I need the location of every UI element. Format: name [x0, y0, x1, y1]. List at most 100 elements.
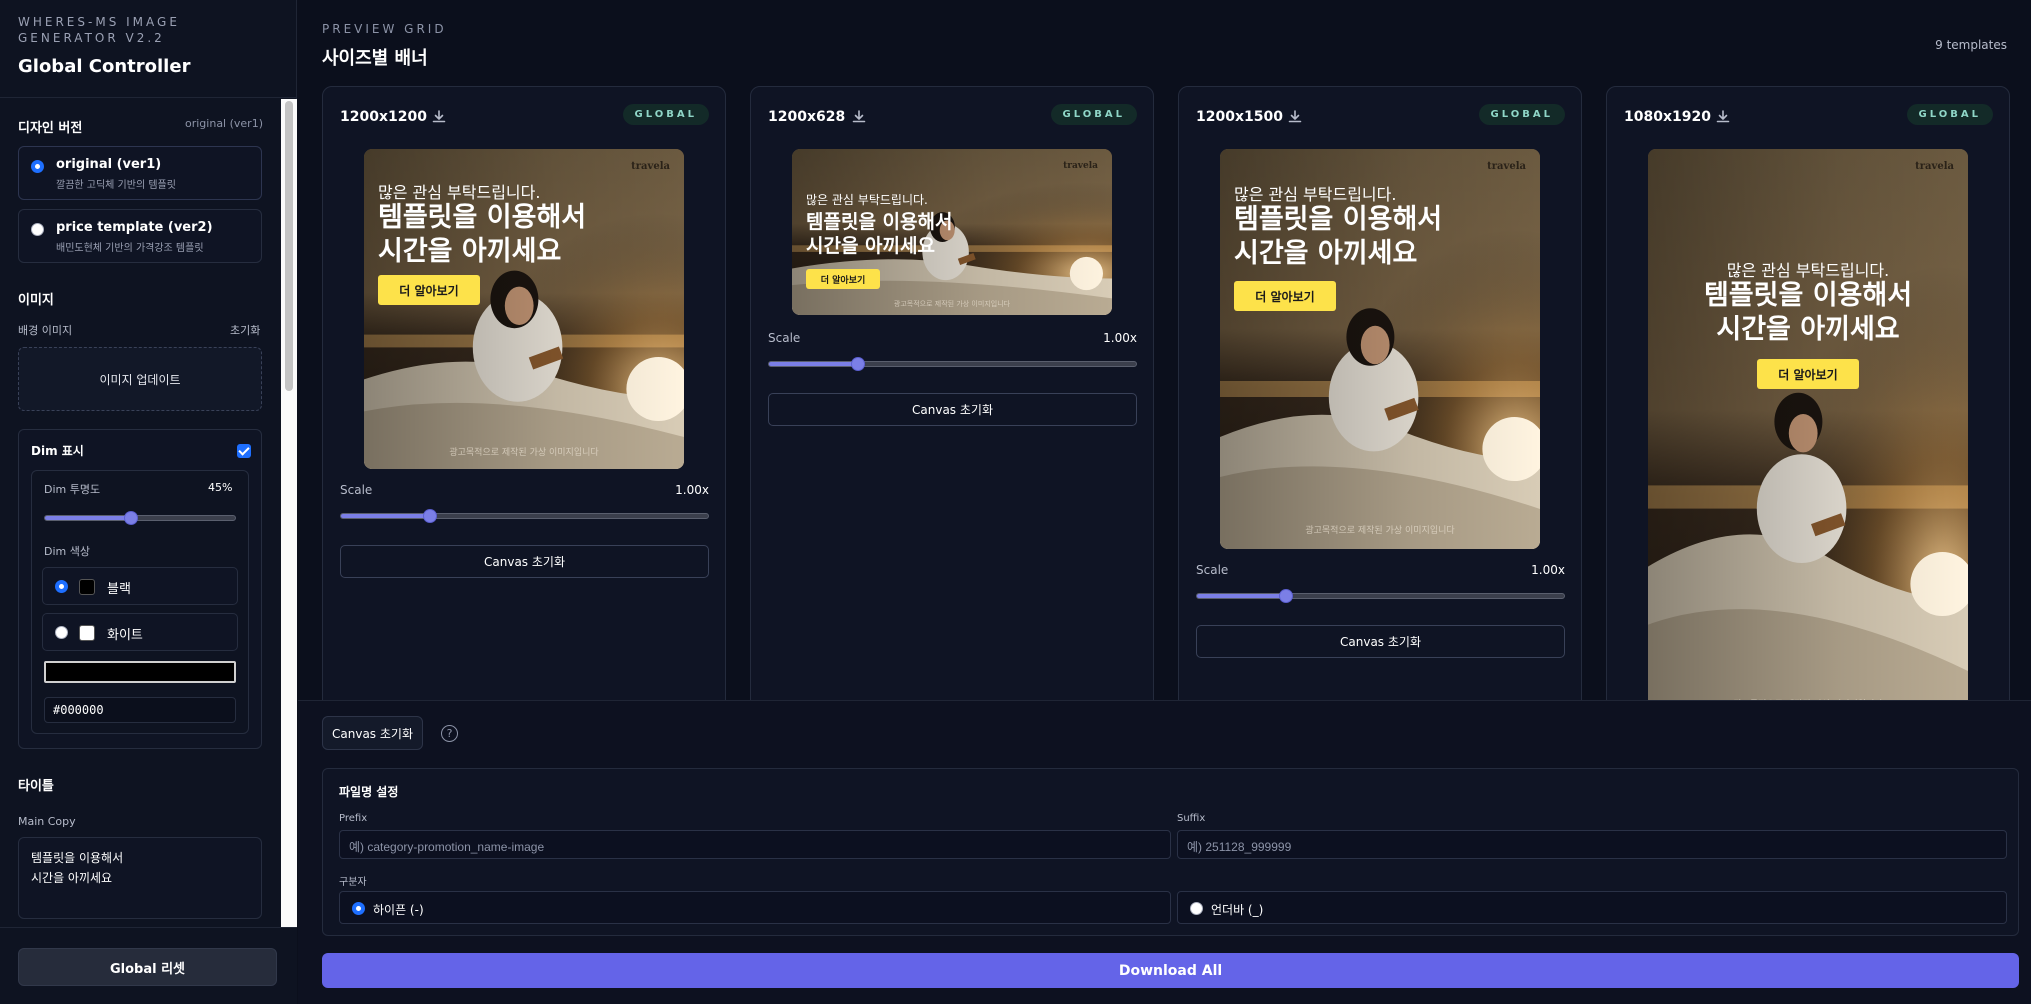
- banner-preview[interactable]: travela 많은 관심 부탁드립니다. 템플릿을 이용해서 시간을 아끼세요…: [1648, 149, 1968, 725]
- dim-checkbox[interactable]: [237, 444, 251, 458]
- card-size-title: 1200x1200: [340, 109, 427, 125]
- scale-value: 1.00x: [1531, 563, 1565, 577]
- suffix-label: Suffix: [1177, 813, 1206, 824]
- radio-hyphen[interactable]: [352, 902, 365, 915]
- scrollbar-thumb[interactable]: [285, 101, 293, 391]
- dim-color-picker[interactable]: [44, 661, 236, 683]
- banner-brand: travela: [1063, 161, 1098, 171]
- sidebar: WHERES-MS IMAGE GENERATOR V2.2 Global Co…: [0, 0, 297, 1004]
- design-version-heading: 디자인 버전: [18, 121, 83, 136]
- slider-thumb[interactable]: [124, 511, 139, 525]
- banner-title: 템플릿을 이용해서 시간을 아끼세요: [1703, 280, 1913, 345]
- main-copy-textarea[interactable]: 템플릿을 이용해서 시간을 아끼세요: [18, 837, 262, 919]
- suffix-input[interactable]: 예) 251128_999999: [1177, 830, 2007, 859]
- global-reset-button[interactable]: Global 리셋: [18, 948, 277, 986]
- banner-brand: travela: [1915, 161, 1954, 172]
- image-update-button[interactable]: 이미지 업데이트: [18, 347, 262, 411]
- prefix-input[interactable]: 예) category-promotion_name-image: [339, 830, 1171, 859]
- radio-black[interactable]: [55, 580, 68, 593]
- filename-settings-title: 파일명 설정: [339, 785, 399, 799]
- dim-opacity-label: Dim 투명도: [44, 483, 101, 496]
- help-icon[interactable]: ?: [441, 725, 458, 742]
- template-card: 1200x1200 GLOBAL travela 많은 관심 부탁드립니다. 템…: [322, 86, 726, 726]
- dim-opacity-slider[interactable]: [44, 511, 236, 525]
- slider-thumb[interactable]: [850, 357, 865, 371]
- slider-fill: [45, 516, 132, 520]
- download-icon[interactable]: [850, 108, 868, 126]
- download-icon[interactable]: [430, 108, 448, 126]
- slider-thumb[interactable]: [1278, 589, 1293, 603]
- canvas-reset-button[interactable]: Canvas 초기화: [1196, 625, 1565, 658]
- dim-hex-input[interactable]: #000000: [44, 697, 236, 723]
- banner-cta: 더 알아보기: [1757, 359, 1859, 389]
- banner-title: 템플릿을 이용해서 시간을 아끼세요: [806, 211, 953, 257]
- scale-slider[interactable]: [1196, 589, 1565, 603]
- global-badge: GLOBAL: [1478, 104, 1565, 125]
- banner-photo: [1648, 149, 1968, 725]
- bg-image-reset-link[interactable]: 초기화: [230, 322, 260, 338]
- radio-white[interactable]: [55, 626, 68, 639]
- banner-cta: 더 알아보기: [378, 275, 480, 305]
- slider-fill: [341, 514, 430, 518]
- dim-color-white[interactable]: 화이트: [42, 613, 238, 651]
- banner-subcopy: 많은 관심 부탁드립니다.: [378, 183, 541, 202]
- design-option-ver2[interactable]: price template (ver2) 배민도현체 기반의 가격강조 템플릿: [18, 209, 262, 263]
- card-size-title: 1080x1920: [1624, 109, 1711, 125]
- template-card: 1200x1500 GLOBAL travela 많은 관심 부탁드립니다. 템…: [1178, 86, 1582, 726]
- scale-value: 1.00x: [675, 483, 709, 497]
- banner-cta: 더 알아보기: [1234, 281, 1336, 311]
- canvas-reset-all-button[interactable]: Canvas 초기화: [322, 716, 423, 750]
- download-all-button[interactable]: Download All: [322, 953, 2019, 988]
- download-icon[interactable]: [1714, 108, 1732, 126]
- dim-toggle-label: Dim 표시: [31, 444, 84, 458]
- radio-ver1[interactable]: [31, 160, 44, 173]
- app-name: WHERES-MS IMAGE GENERATOR V2.2: [18, 15, 180, 45]
- canvas-reset-button[interactable]: Canvas 초기화: [768, 393, 1137, 426]
- design-option-title: original (ver1): [56, 157, 162, 172]
- preview-grid-label: PREVIEW GRID: [322, 22, 447, 36]
- sidebar-scroll-area: 디자인 버전 original (ver1) original (ver1) 깔…: [0, 99, 297, 927]
- template-count: 9 templates: [1935, 38, 2007, 52]
- sidebar-header: WHERES-MS IMAGE GENERATOR V2.2 Global Co…: [0, 0, 297, 98]
- banner-title: 템플릿을 이용해서 시간을 아끼세요: [1234, 204, 1443, 269]
- black-swatch: [79, 579, 95, 595]
- dim-color-label: Dim 색상: [44, 545, 90, 558]
- separator-label: 구분자: [339, 877, 367, 888]
- dim-card: Dim 표시 Dim 투명도 45% Dim 색상 블랙 화이트 #000000: [18, 429, 262, 749]
- banner-cta: 더 알아보기: [806, 269, 880, 289]
- radio-ver2[interactable]: [31, 223, 44, 236]
- dim-color-black[interactable]: 블랙: [42, 567, 238, 605]
- bottom-panel: Canvas 초기화 ? 파일명 설정 Prefix 예) category-p…: [298, 700, 2031, 1004]
- dim-settings: Dim 투명도 45% Dim 색상 블랙 화이트 #000000: [31, 470, 249, 734]
- scale-slider[interactable]: [768, 357, 1137, 371]
- separator-hyphen[interactable]: 하이픈 (-): [339, 891, 1171, 924]
- canvas-reset-button[interactable]: Canvas 초기화: [340, 545, 709, 578]
- global-badge: GLOBAL: [1906, 104, 1993, 125]
- design-version-current: original (ver1): [185, 117, 263, 130]
- radio-underscore[interactable]: [1190, 902, 1203, 915]
- scale-slider[interactable]: [340, 509, 709, 523]
- color-option-label: 블랙: [107, 582, 131, 597]
- design-option-desc: 배민도현체 기반의 가격강조 템플릿: [56, 243, 204, 254]
- sidebar-scrollbar[interactable]: [281, 99, 297, 927]
- title-heading: 타이틀: [18, 779, 54, 794]
- banner-preview[interactable]: travela 많은 관심 부탁드립니다. 템플릿을 이용해서 시간을 아끼세요…: [364, 149, 684, 469]
- banner-title: 템플릿을 이용해서 시간을 아끼세요: [378, 202, 587, 267]
- design-option-desc: 깔끔한 고딕체 기반의 템플릿: [56, 180, 176, 191]
- design-option-title: price template (ver2): [56, 220, 213, 235]
- banner-preview[interactable]: travela 많은 관심 부탁드립니다. 템플릿을 이용해서 시간을 아끼세요…: [1220, 149, 1540, 549]
- scale-value: 1.00x: [1103, 331, 1137, 345]
- scale-label: Scale: [1196, 563, 1229, 577]
- download-icon[interactable]: [1286, 108, 1304, 126]
- banner-preview[interactable]: travela 많은 관심 부탁드립니다. 템플릿을 이용해서 시간을 아끼세요…: [792, 149, 1112, 315]
- banner-disclaimer: 광고목적으로 제작된 가상 이미지입니다: [449, 448, 599, 458]
- dim-opacity-value: 45%: [208, 481, 233, 494]
- banner-disclaimer: 광고목적으로 제작된 가상 이미지입니다: [893, 300, 1011, 308]
- template-card: 1080x1920 GLOBAL travela 많은 관심 부탁드립니다. 템…: [1606, 86, 2010, 726]
- main-copy-label: Main Copy: [18, 815, 76, 828]
- slider-thumb[interactable]: [422, 509, 437, 523]
- banner-brand: travela: [631, 161, 670, 172]
- design-option-ver1[interactable]: original (ver1) 깔끔한 고딕체 기반의 템플릿: [18, 146, 262, 200]
- banner-brand: travela: [1487, 161, 1526, 172]
- separator-underscore[interactable]: 언더바 (_): [1177, 891, 2007, 924]
